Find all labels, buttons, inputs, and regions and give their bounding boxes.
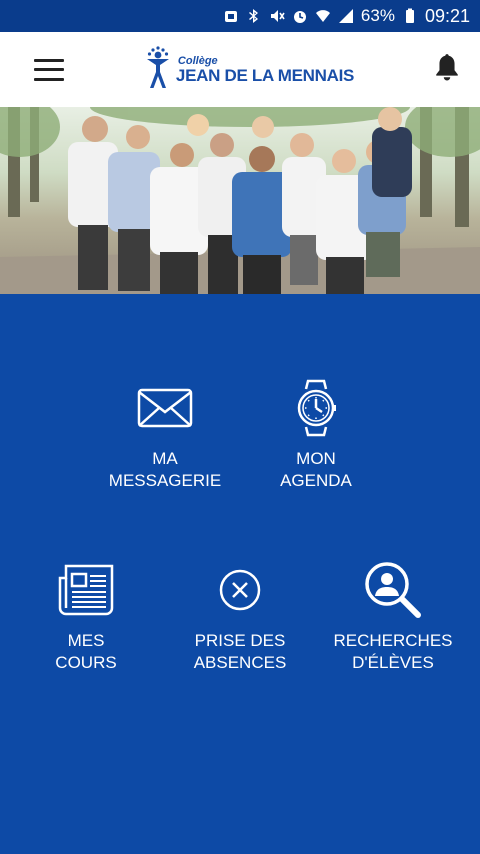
agenda-label-line1: MON [296, 449, 336, 468]
hamburger-menu-icon[interactable] [34, 58, 64, 81]
app-header: Collège JEAN DE LA MENNAIS [0, 32, 480, 107]
wifi-icon [315, 8, 331, 24]
hero-photo [0, 107, 480, 294]
bell-icon[interactable] [434, 53, 460, 86]
logo-title: JEAN DE LA MENNAIS [175, 65, 355, 85]
mute-icon [269, 8, 285, 24]
recherches-label-line1: RECHERCHES [333, 631, 453, 650]
battery-icon [402, 8, 418, 24]
signal-icon [338, 8, 354, 24]
recherches-tile[interactable]: RECHERCHES D'ÉLÈVES [325, 560, 461, 674]
messagerie-label-line1: MA [152, 449, 178, 468]
agenda-tile[interactable]: MON AGENDA [256, 378, 376, 492]
recherches-label-line2: D'ÉLÈVES [352, 653, 434, 672]
messagerie-tile[interactable]: MA MESSAGERIE [95, 378, 235, 492]
watch-icon [256, 378, 376, 438]
notification-icon [223, 8, 239, 24]
absences-label-line2: ABSENCES [193, 653, 287, 672]
clock: 09:21 [424, 5, 470, 26]
logo: Collège JEAN DE LA MENNAIS [144, 44, 354, 95]
absences-tile[interactable]: PRISE DES ABSENCES [175, 560, 305, 674]
battery-percent: 63% [360, 6, 395, 25]
status-bar: 63% 09:21 [0, 0, 480, 32]
alarm-icon [292, 8, 308, 24]
bluetooth-icon [246, 8, 262, 24]
cours-label-line2: COURS [55, 653, 117, 672]
agenda-label-line2: AGENDA [280, 471, 352, 490]
logo-figure-icon [144, 44, 172, 95]
close-circle-icon [175, 560, 305, 620]
absences-label-line1: PRISE DES [194, 631, 286, 650]
cours-label-line1: MES [67, 631, 105, 650]
logo-small-text: Collège [177, 54, 218, 67]
person-search-icon [325, 560, 461, 620]
newspaper-icon [26, 560, 146, 620]
cours-tile[interactable]: MES COURS [26, 560, 146, 674]
envelope-icon [95, 378, 235, 438]
messagerie-label-line2: MESSAGERIE [108, 471, 222, 490]
